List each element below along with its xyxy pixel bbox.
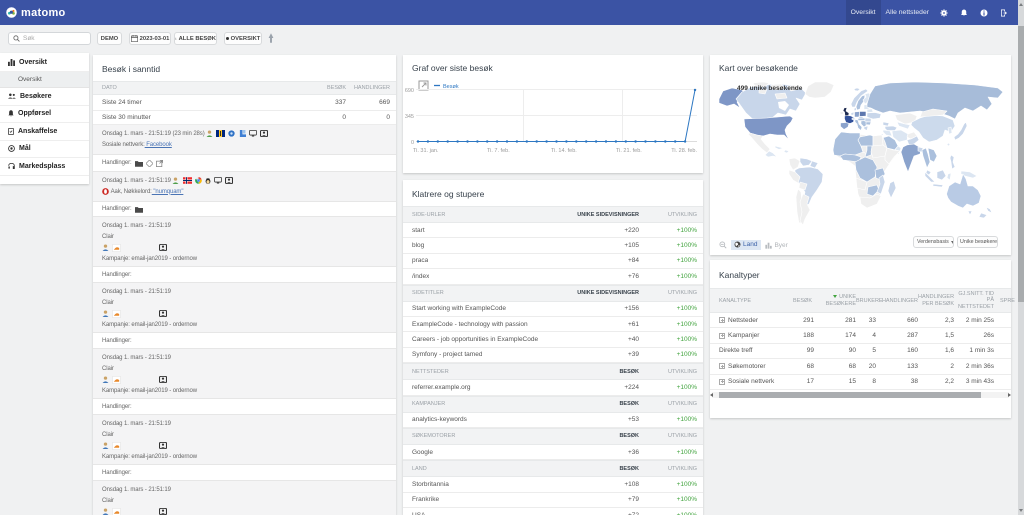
svg-text:Ti. 7. feb.: Ti. 7. feb. [487, 148, 510, 154]
svg-text:345: 345 [405, 114, 414, 120]
svg-text:Ti. 28. feb.: Ti. 28. feb. [671, 148, 697, 154]
svg-text:Ti. 31. jan.: Ti. 31. jan. [413, 148, 439, 154]
svg-text:Ti. 14. feb.: Ti. 14. feb. [551, 148, 577, 154]
svg-text:Ti. 21. feb.: Ti. 21. feb. [616, 148, 642, 154]
svg-text:690: 690 [405, 88, 414, 94]
svg-text:0: 0 [411, 140, 414, 146]
